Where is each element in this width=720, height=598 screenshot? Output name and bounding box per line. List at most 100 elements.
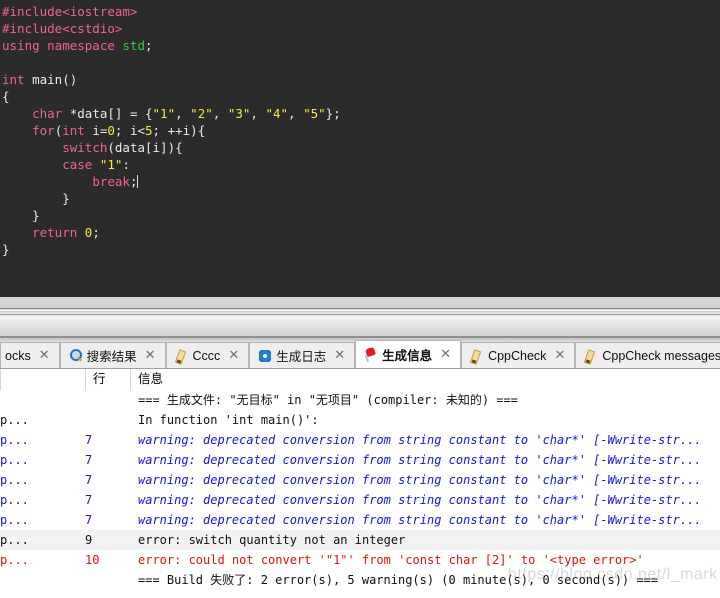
message-line-cell: 7 — [85, 473, 93, 487]
message-text-cell: In function 'int main()': — [138, 413, 319, 427]
code-token: ; ++i){ — [152, 123, 206, 138]
message-file-cell: p... — [0, 453, 29, 467]
tab-ocks[interactable]: ocks ✕ — [0, 342, 60, 368]
message-row[interactable]: p... 7 warning: deprecated conversion from… — [0, 510, 720, 530]
message-text-cell: === 生成文件: "无目标" in "无项目" (compiler: 未知的)… — [138, 393, 518, 407]
message-file-cell: p... — [0, 553, 29, 567]
pane-splitter[interactable] — [0, 297, 720, 340]
close-icon[interactable]: ✕ — [226, 348, 241, 363]
code-token: "1" — [152, 106, 176, 121]
message-line-cell: 7 — [85, 513, 93, 527]
code-token: ; — [145, 38, 153, 53]
column-header-message[interactable]: 信息 — [130, 369, 720, 390]
code-token: int — [62, 123, 85, 138]
close-icon[interactable]: ✕ — [332, 348, 347, 363]
splitter-handle[interactable] — [0, 316, 720, 336]
tab-label: CppCheck messages — [602, 348, 720, 363]
code-token: main() — [24, 72, 78, 87]
code-token: ; — [92, 225, 100, 240]
message-row[interactable]: p... 7 warning: deprecated conversion from… — [0, 470, 720, 490]
code-token: for — [32, 123, 55, 138]
message-row[interactable]: p... In function 'int main()': — [0, 410, 720, 430]
code-line: } — [2, 207, 720, 224]
pencil-icon — [470, 349, 484, 363]
message-row[interactable]: === 生成文件: "无目标" in "无项目" (compiler: 未知的)… — [0, 390, 720, 410]
tab-label: ocks — [5, 348, 31, 363]
close-icon[interactable]: ✕ — [552, 348, 567, 363]
message-line-cell: 7 — [85, 433, 93, 447]
code-token: case — [62, 157, 93, 172]
message-text-cell: warning: deprecated conversion from stri… — [138, 513, 702, 527]
code-token: } — [2, 191, 70, 206]
code-token: , — [212, 106, 228, 121]
gear-icon — [258, 349, 272, 363]
pin-icon — [364, 348, 378, 362]
column-header-line[interactable]: 行 — [85, 369, 130, 390]
pencil-icon — [175, 349, 189, 363]
tab-cppcheck[interactable]: CppCheck ✕ — [461, 342, 576, 368]
tab-cppcheck-messages[interactable]: CppCheck messages — [575, 342, 720, 368]
code-line: } — [2, 241, 720, 258]
message-file-cell: p... — [0, 513, 29, 527]
code-line: return 0; — [2, 224, 720, 241]
tab-生成日志[interactable]: 生成日志 ✕ — [249, 342, 356, 368]
code-token: return — [32, 225, 78, 240]
message-row[interactable]: p... 7 warning: deprecated conversion from… — [0, 450, 720, 470]
bottom-panel-tabbar[interactable]: ocks ✕ 搜索结果 ✕ Cccc ✕ 生成日志 ✕ 生成信息 ✕ CppCheck ✕ CppChe… — [0, 340, 720, 369]
code-line: { — [2, 88, 720, 105]
code-token: , — [288, 106, 304, 121]
splitter-line-bottom — [0, 336, 720, 338]
message-file-cell: p... — [0, 433, 29, 447]
code-token: , — [250, 106, 266, 121]
message-row[interactable]: === Build 失败了: 2 error(s), 5 warning(s) … — [0, 570, 720, 590]
tab-label: CppCheck — [488, 348, 547, 363]
tab-搜索结果[interactable]: 搜索结果 ✕ — [59, 342, 166, 368]
message-file-cell — [0, 390, 85, 410]
message-line-cell: 7 — [85, 453, 93, 467]
message-row[interactable]: p... 7 warning: deprecated conversion from… — [0, 490, 720, 510]
code-line: switch(data[i]){ — [2, 139, 720, 156]
messages-header-row: 行 信息 — [0, 369, 720, 390]
code-token: #include<iostream> — [2, 4, 138, 19]
message-row[interactable]: p... 9 error: switch quantity not an integ… — [0, 530, 720, 550]
tab-label: 搜索结果 — [86, 350, 137, 364]
code-line: using namespace std; — [2, 37, 720, 54]
messages-row-container[interactable]: === 生成文件: "无目标" in "无项目" (compiler: 未知的)… — [0, 390, 720, 590]
search-icon — [69, 348, 83, 363]
close-icon[interactable]: ✕ — [438, 347, 453, 362]
close-icon[interactable]: ✕ — [37, 348, 52, 363]
message-text-cell: error: could not convert '"1"' from 'con… — [138, 553, 644, 567]
code-token: ; — [129, 174, 138, 189]
code-token: 5 — [145, 123, 153, 138]
code-token: std — [122, 38, 145, 53]
tab-生成信息[interactable]: 生成信息 ✕ — [355, 340, 462, 368]
tab-cccc[interactable]: Cccc ✕ — [165, 342, 250, 368]
code-editor-text[interactable]: #include<iostream> #include<cstdio> using … — [0, 0, 720, 258]
message-file-cell — [0, 570, 85, 590]
code-token: i= — [84, 123, 108, 138]
close-icon[interactable]: ✕ — [143, 348, 158, 363]
code-token: "2" — [190, 106, 213, 121]
code-editor[interactable]: #include<iostream> #include<cstdio> using … — [0, 0, 720, 297]
code-line: } — [2, 190, 720, 207]
column-header-file[interactable] — [0, 369, 85, 390]
code-token: #include<cstdio> — [2, 21, 123, 36]
code-token: int — [2, 72, 25, 87]
message-row[interactable]: p... 7 warning: deprecated conversion from… — [0, 430, 720, 450]
code-token: "3" — [227, 106, 251, 121]
code-line: #include<cstdio> — [2, 20, 720, 37]
message-text-cell: warning: deprecated conversion from stri… — [138, 473, 702, 487]
code-token: char — [32, 106, 63, 121]
message-file-cell: p... — [0, 533, 29, 547]
message-row[interactable]: p... 10 error: could not convert '"1"' fro… — [0, 550, 720, 570]
code-token: { — [2, 89, 10, 104]
build-messages-pane[interactable]: 行 信息 === 生成文件: "无目标" in "无项目" (compiler:… — [0, 369, 720, 598]
